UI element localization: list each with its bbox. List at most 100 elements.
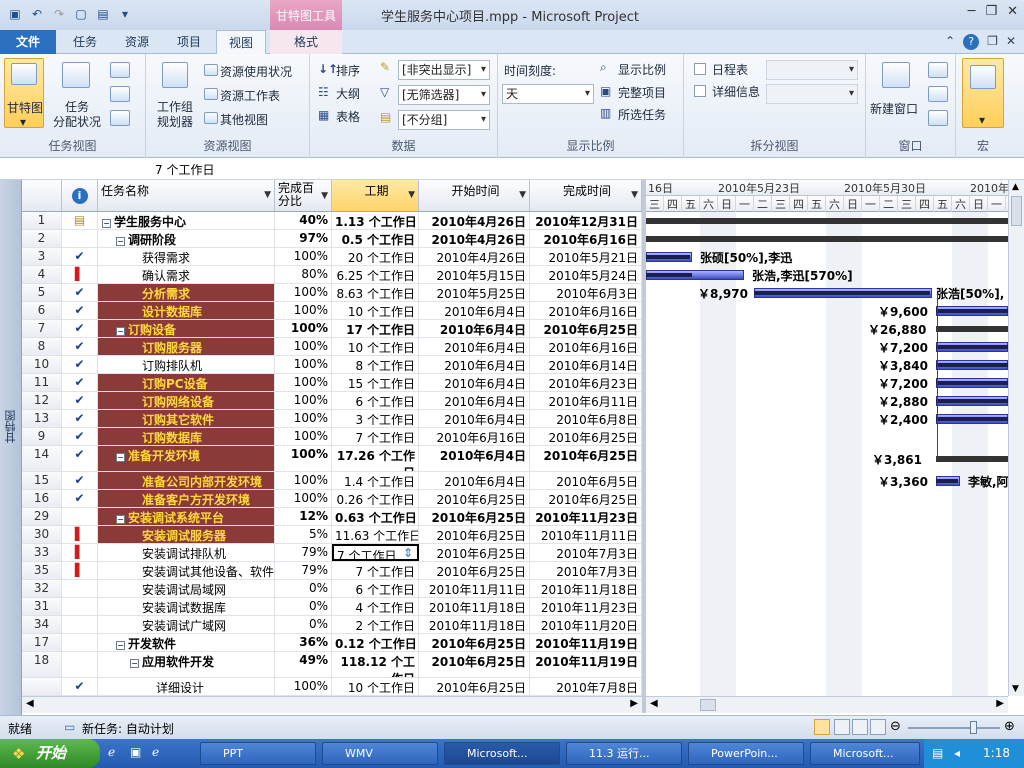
- task-name-cell[interactable]: − 准备开发环境: [98, 446, 275, 471]
- task-name-cell[interactable]: − 学生服务中心: [98, 212, 275, 229]
- duration-cell[interactable]: 0.5 个工作日: [332, 230, 419, 247]
- tab-project[interactable]: 项目: [166, 30, 212, 54]
- duration-cell[interactable]: 7 个工作日 ⇕: [332, 544, 419, 561]
- taskbar-item-run[interactable]: 11.3 运行...: [566, 742, 682, 765]
- percent-complete-cell[interactable]: 100%: [275, 374, 332, 391]
- sort-button[interactable]: 排序: [336, 62, 360, 79]
- finish-date-cell[interactable]: 2010年11月11日: [530, 526, 642, 543]
- row-id[interactable]: 34: [22, 616, 62, 633]
- table-row[interactable]: 4 ▌ 确认需求 80% 6.25 个工作日 2010年5月15日 2010年5月24日: [22, 266, 642, 284]
- task-name-cell[interactable]: − 调研阶段: [98, 230, 275, 247]
- row-id[interactable]: 5: [22, 284, 62, 301]
- row-id[interactable]: 3: [22, 248, 62, 265]
- tab-format[interactable]: 格式: [270, 30, 342, 54]
- column-filter-icon[interactable]: ▼: [519, 190, 526, 200]
- table-row[interactable]: 3 ✔ 获得需求 100% 20 个工作日 2010年4月26日 2010年5月21日: [22, 248, 642, 266]
- zoom-out-icon[interactable]: ⊖: [890, 719, 901, 734]
- start-date-cell[interactable]: 2010年6月4日: [419, 392, 530, 409]
- taskbar-item-ppt[interactable]: PPT: [200, 742, 316, 765]
- row-id[interactable]: 9: [22, 428, 62, 445]
- row-id[interactable]: 16: [22, 490, 62, 507]
- vertical-scrollbar[interactable]: ▲ ▼: [1008, 180, 1024, 696]
- start-date-cell[interactable]: 2010年6月25日: [419, 652, 530, 677]
- row-id[interactable]: 29: [22, 508, 62, 525]
- task-name-cell[interactable]: 设计数据库: [98, 302, 275, 319]
- scroll-thumb[interactable]: [1011, 196, 1022, 226]
- start-date-cell[interactable]: 2010年6月25日: [419, 490, 530, 507]
- duration-cell[interactable]: 10 个工作日: [332, 678, 419, 695]
- percent-complete-cell[interactable]: 100%: [275, 320, 332, 337]
- task-usage-shortcut-icon[interactable]: [834, 719, 850, 735]
- row-id[interactable]: 6: [22, 302, 62, 319]
- finish-date-cell[interactable]: 2010年11月23日: [530, 508, 642, 525]
- column-filter-icon[interactable]: ▼: [321, 190, 328, 203]
- table-row[interactable]: 2 − 调研阶段 97% 0.5 个工作日 2010年4月26日 2010年6月16日: [22, 230, 642, 248]
- row-id[interactable]: [22, 678, 62, 695]
- progress-bar[interactable]: [936, 479, 958, 483]
- row-id[interactable]: 14: [22, 446, 62, 471]
- percent-complete-cell[interactable]: 100%: [275, 284, 332, 301]
- row-id[interactable]: 2: [22, 230, 62, 247]
- finish-date-cell[interactable]: 2010年6月8日: [530, 410, 642, 427]
- scroll-left-icon[interactable]: ◀: [650, 698, 658, 709]
- progress-bar[interactable]: [754, 291, 930, 295]
- filter-dropdown[interactable]: [无筛选器]: [398, 85, 490, 105]
- percent-complete-cell[interactable]: 97%: [275, 230, 332, 247]
- taskbar-item-microsoft[interactable]: Microsoft...: [810, 742, 920, 765]
- resource-usage-button[interactable]: 资源使用状况: [220, 63, 292, 80]
- redo-icon[interactable]: ↷: [50, 5, 68, 23]
- gantt-horizontal-scrollbar[interactable]: ◀ ▶: [646, 696, 1008, 713]
- duration-cell[interactable]: 0.12 个工作日: [332, 634, 419, 651]
- start-date-cell[interactable]: 2010年6月4日: [419, 410, 530, 427]
- task-name-cell[interactable]: 订购服务器: [98, 338, 275, 355]
- start-date-cell[interactable]: 2010年11月18日: [419, 616, 530, 633]
- task-name-cell[interactable]: 安装调试排队机: [98, 544, 275, 561]
- start-date-cell[interactable]: 2010年6月4日: [419, 374, 530, 391]
- row-id[interactable]: 17: [22, 634, 62, 651]
- window-restore-small-icon[interactable]: ❐: [987, 34, 998, 50]
- table-row[interactable]: 14✔−准备开发环境100%17.26 个工作日2010年6月4日2010年6月…: [22, 446, 642, 472]
- scroll-left-icon[interactable]: ◀: [26, 698, 34, 709]
- task-name-cell[interactable]: 安装调试广域网: [98, 616, 275, 633]
- finish-date-cell[interactable]: 2010年11月18日: [530, 580, 642, 597]
- start-date-cell[interactable]: 2010年4月26日: [419, 248, 530, 265]
- sheet-horizontal-scrollbar[interactable]: ◀ ▶: [22, 696, 642, 713]
- percent-complete-cell[interactable]: 49%: [275, 652, 332, 677]
- column-filter-icon[interactable]: ▼: [408, 190, 415, 200]
- percent-complete-cell[interactable]: 40%: [275, 212, 332, 229]
- task-name-cell[interactable]: 安装调试局域网: [98, 580, 275, 597]
- finish-date-cell[interactable]: 2010年5月24日: [530, 266, 642, 283]
- start-date-cell[interactable]: 2010年6月25日: [419, 678, 530, 695]
- finish-date-cell[interactable]: 2010年6月16日: [530, 230, 642, 247]
- row-id[interactable]: 33: [22, 544, 62, 561]
- collapse-ribbon-icon[interactable]: ⌃: [945, 34, 955, 50]
- duration-cell[interactable]: 6 个工作日: [332, 580, 419, 597]
- percent-complete-cell[interactable]: 12%: [275, 508, 332, 525]
- tables-button[interactable]: 表格: [336, 108, 360, 125]
- duration-cell[interactable]: 20 个工作日: [332, 248, 419, 265]
- table-row[interactable]: ✔ 详细设计 100% 10 个工作日 2010年6月25日 2010年7月8日: [22, 678, 642, 696]
- duration-cell[interactable]: 4 个工作日: [332, 598, 419, 615]
- highlight-dropdown[interactable]: [非突出显示]: [398, 60, 490, 80]
- start-date-cell[interactable]: 2010年4月26日: [419, 230, 530, 247]
- duration-cell[interactable]: 6 个工作日: [332, 392, 419, 409]
- task-name-cell[interactable]: 详细设计: [98, 678, 275, 695]
- percent-complete-cell[interactable]: 100%: [275, 428, 332, 445]
- task-name-cell[interactable]: 准备公司内部开发环境: [98, 472, 275, 489]
- task-name-cell[interactable]: 订购数据库: [98, 428, 275, 445]
- tab-view[interactable]: 视图: [216, 30, 266, 54]
- duration-cell[interactable]: 10 个工作日: [332, 302, 419, 319]
- table-row[interactable]: 34 安装调试广域网 0% 2 个工作日 2010年11月18日 2010年11月20日: [22, 616, 642, 634]
- tab-file[interactable]: 文件: [0, 30, 56, 54]
- duration-cell[interactable]: 7 个工作日: [332, 562, 419, 579]
- timeline-view-dropdown[interactable]: [766, 60, 858, 80]
- table-row[interactable]: 30 ▌ 安装调试服务器 5% 11.63 个工作日 2010年6月25日 2010年11月…: [22, 526, 642, 544]
- table-row[interactable]: 10 ✔ 订购排队机 100% 8 个工作日 2010年6月4日 2010年6月14日: [22, 356, 642, 374]
- table-row[interactable]: 33 ▌ 安装调试排队机 79% 7 个工作日 ⇕ 2010年6月25日 2010年7月3日: [22, 544, 642, 562]
- summary-bar[interactable]: [646, 236, 1008, 242]
- progress-bar[interactable]: [936, 399, 1008, 403]
- task-name-cell[interactable]: − 应用软件开发: [98, 652, 275, 677]
- row-id[interactable]: 11: [22, 374, 62, 391]
- task-name-cell[interactable]: 分析需求: [98, 284, 275, 301]
- column-header-start[interactable]: 开始时间 ▼: [419, 180, 530, 212]
